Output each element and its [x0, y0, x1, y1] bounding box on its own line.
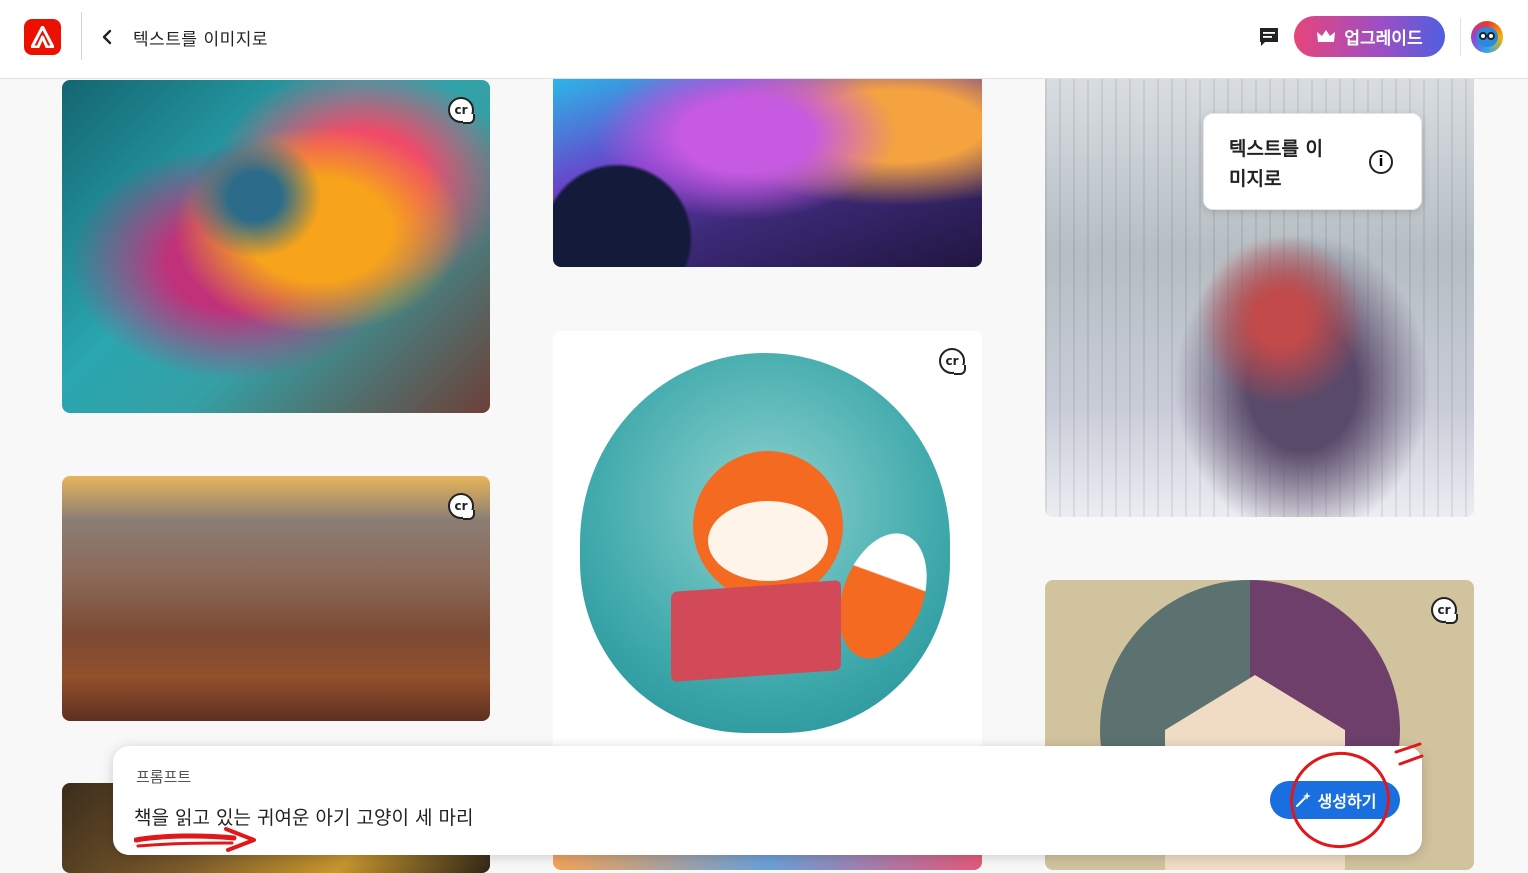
content-credentials-icon[interactable]: cr	[448, 493, 475, 520]
content-credentials-icon[interactable]: cr	[448, 97, 475, 124]
generate-button[interactable]: 생성하기	[1270, 781, 1400, 819]
page-title: 텍스트를 이미지로	[133, 30, 269, 50]
prompt-input[interactable]	[134, 800, 1234, 832]
info-icon[interactable]: i	[1369, 150, 1393, 174]
avatar[interactable]	[1471, 21, 1503, 53]
gallery-image-fox[interactable]: cr	[553, 331, 982, 751]
upgrade-label: 업그레이드	[1344, 29, 1423, 49]
header-divider-right	[1460, 18, 1461, 56]
gallery-image-desert[interactable]: cr	[62, 476, 490, 721]
gallery-image-galaxy[interactable]	[553, 79, 982, 267]
upgrade-button[interactable]: 업그레이드	[1294, 16, 1445, 57]
fox-face	[708, 501, 828, 581]
crown-icon	[1317, 29, 1336, 42]
generate-label: 생성하기	[1317, 792, 1377, 811]
prompt-label: 프롬프트	[136, 768, 192, 786]
tooltip-text: 텍스트를 이미지로	[1229, 138, 1324, 190]
prompt-panel: 프롬프트 생성하기	[113, 746, 1422, 855]
content-credentials-icon[interactable]: cr	[939, 348, 966, 375]
content-credentials-icon[interactable]: cr	[1431, 597, 1458, 624]
sparkle-icon	[1295, 792, 1311, 807]
header-divider	[81, 12, 82, 60]
avatar-eye-left	[1479, 32, 1487, 40]
comment-icon[interactable]	[1257, 25, 1281, 49]
back-chevron-icon[interactable]	[96, 24, 120, 50]
gallery-image-bird[interactable]: cr	[62, 80, 490, 413]
adobe-express-logo[interactable]	[24, 19, 61, 55]
tooltip: 텍스트를 이미지로 i	[1203, 113, 1422, 210]
avatar-eye-right	[1487, 32, 1495, 40]
top-bar: 텍스트를 이미지로 업그레이드	[0, 0, 1528, 79]
fox-book	[671, 580, 841, 682]
